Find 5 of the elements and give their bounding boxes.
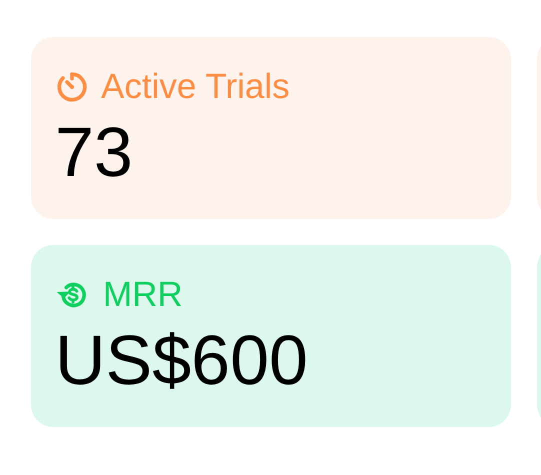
timer-icon <box>55 70 89 104</box>
card-value: 73 <box>55 113 133 191</box>
card-label: Active Trials <box>101 67 290 107</box>
card-value: US$600 <box>55 321 308 399</box>
card-label: MRR <box>103 275 183 315</box>
